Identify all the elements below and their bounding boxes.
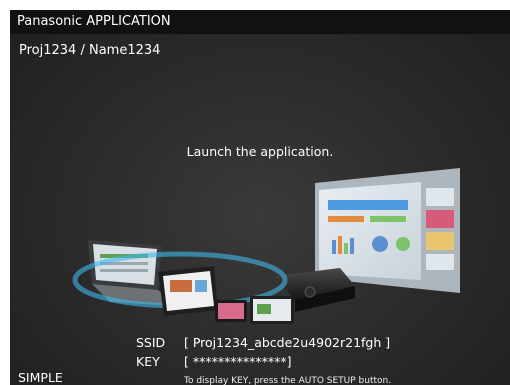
devices-illustration — [72, 168, 460, 324]
tablet — [158, 266, 218, 316]
ssid-value: [ Proj1234_abcde2u4902r21fgh ] — [183, 335, 391, 350]
key-label: KEY — [136, 354, 160, 369]
app-screen: Panasonic APPLICATION Proj1234 / Name123… — [10, 10, 510, 385]
small-tablet — [250, 296, 294, 324]
window-title: Panasonic APPLICATION — [17, 14, 171, 29]
key-hint: To display KEY, press the AUTO SETUP but… — [184, 376, 392, 385]
key-value: [ ***************] — [183, 354, 292, 369]
key-row: KEY [ ***************] — [136, 354, 291, 369]
instruction-message: Launch the application. — [186, 144, 334, 159]
ssid-row: SSID [ Proj1234_abcde2u4902r21fgh ] — [136, 335, 390, 350]
mode-label: SIMPLE — [18, 370, 63, 385]
smartphone — [215, 300, 247, 322]
breadcrumb: Proj1234 / Name1234 — [19, 43, 161, 58]
title-bar: Panasonic APPLICATION — [10, 10, 510, 34]
ssid-label: SSID — [136, 335, 166, 350]
